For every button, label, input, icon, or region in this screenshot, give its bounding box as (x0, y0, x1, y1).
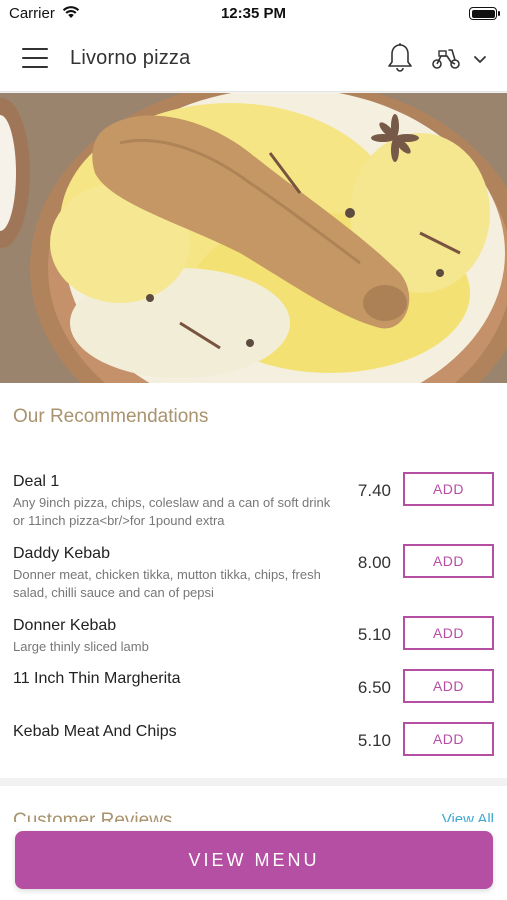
menu-icon[interactable] (22, 48, 48, 70)
status-bar: Carrier 12:35 PM (0, 0, 507, 28)
scooter-icon[interactable] (431, 46, 461, 75)
item-price: 7.40 (357, 481, 391, 500)
item-name: Daddy Kebab (13, 545, 110, 562)
item-description: Donner meat, chicken tikka, mutton tikka… (13, 567, 321, 600)
item-price: 5.10 (357, 625, 391, 644)
clock: 12:35 PM (220, 5, 287, 22)
item-price: 5.10 (357, 731, 391, 750)
add-button[interactable]: ADD (403, 669, 494, 703)
item-description: Large thinly sliced lamb (13, 639, 149, 654)
hero-image (0, 93, 507, 383)
item-name: Donner Kebab (13, 617, 117, 634)
item-name: Kebab Meat And Chips (13, 723, 177, 740)
battery-icon (469, 7, 500, 20)
bell-icon[interactable] (387, 42, 413, 79)
add-button[interactable]: ADD (403, 722, 494, 756)
add-button[interactable]: ADD (403, 472, 494, 506)
item-description: Any 9inch pizza, chips, coleslaw and a c… (13, 495, 331, 528)
chevron-down-icon[interactable] (473, 52, 487, 70)
item-price: 8.00 (357, 553, 391, 572)
restaurant-title: Livorno pizza (70, 47, 191, 69)
item-name: Deal 1 (13, 473, 60, 490)
recommendations-heading: Our Recommendations (13, 406, 209, 427)
item-name: 11 Inch Thin Margherita (13, 670, 181, 687)
recommendations-section: Our Recommendations Deal 1 Any 9inch piz… (0, 383, 507, 778)
view-menu-button[interactable]: VIEW MENU (15, 831, 493, 889)
item-price: 6.50 (357, 678, 391, 697)
add-button[interactable]: ADD (403, 616, 494, 650)
add-button[interactable]: ADD (403, 544, 494, 578)
app-header: Livorno pizza (0, 28, 507, 92)
